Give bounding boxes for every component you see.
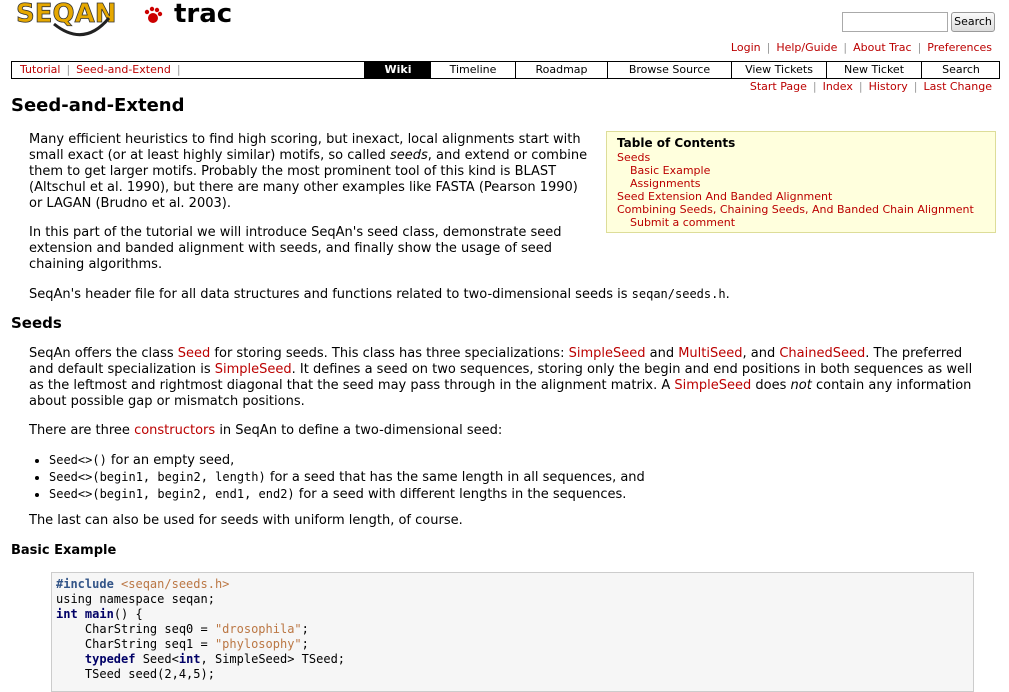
code-token: ; <box>301 622 309 636</box>
code-token: CharString seq0 = <box>56 622 215 636</box>
basic-example-heading: Basic Example <box>11 543 117 558</box>
code-line: CharString seq0 = "drosophila"; <box>56 622 969 637</box>
seeds-p1-t4: , and <box>742 346 780 361</box>
constructor-list: Seed<>() for an empty seed, Seed<>(begin… <box>29 452 645 503</box>
seeds-p1-t1: SeqAn offers the class <box>29 346 178 361</box>
breadcrumb-tutorial[interactable]: Tutorial <box>20 63 60 76</box>
list-item: Seed<>(begin1, begin2, end1, end2) for a… <box>49 486 645 503</box>
list-item: Seed<>(begin1, begin2, length) for a see… <box>49 469 645 486</box>
code-token: Seed< <box>135 652 179 666</box>
code-line: CharString seq1 = "phylosophy"; <box>56 637 969 652</box>
seeds-paragraph-2: There are three constructors in SeqAn to… <box>29 423 979 439</box>
login-link[interactable]: Login <box>731 41 761 54</box>
main-nav-bar: Tutorial | Seed-and-Extend | Wiki Timeline … <box>11 61 1000 79</box>
intro1-emphasis: seeds <box>389 148 428 163</box>
bullet-code: Seed<>(begin1, begin2, end1, end2) <box>49 487 295 501</box>
code-token: "drosophila" <box>214 622 302 636</box>
list-item: Seed<>() for an empty seed, <box>49 452 645 469</box>
code-token: int <box>56 607 78 621</box>
intro-paragraph-3: SeqAn's header file for all data structu… <box>29 286 989 303</box>
seeds-p1-t7: does <box>751 378 791 393</box>
seeds-p2-text-b: in SeqAn to define a two-dimensional see… <box>215 423 503 438</box>
preferences-link[interactable]: Preferences <box>927 41 992 54</box>
tab-new-ticket[interactable]: New Ticket <box>826 62 921 78</box>
tab-browse-source[interactable]: Browse Source <box>607 62 731 78</box>
wiki-subnav: Start Page | Index | History | Last Change <box>749 80 992 93</box>
toc-item-assignments[interactable]: Assignments <box>630 177 701 190</box>
code-token: ; <box>301 637 309 651</box>
simpleseed-link-3[interactable]: SimpleSeed <box>674 378 751 393</box>
code-token: typedef <box>84 652 136 666</box>
intro-paragraph-2: In this part of the tutorial we will int… <box>29 225 562 272</box>
code-block: #include <seqan/seeds.h> using namespace… <box>51 572 974 692</box>
history-link[interactable]: History <box>869 80 908 93</box>
intro-paragraph-1: Many efficient heuristics to find high s… <box>29 132 594 212</box>
search-button[interactable]: Search <box>951 12 995 32</box>
tab-wiki[interactable]: Wiki <box>364 62 431 78</box>
intro3-text-a: SeqAn's header file for all data structu… <box>29 287 632 302</box>
seqan-trac-logo[interactable]: SEQAN trac <box>14 0 234 40</box>
toc-item-combining-seeds[interactable]: Combining Seeds, Chaining Seeds, And Ban… <box>617 203 974 216</box>
bullet-text: for a seed with different lengths in the… <box>294 487 627 502</box>
seeds-heading: Seeds <box>11 314 62 332</box>
code-token: "phylosophy" <box>214 637 302 651</box>
simpleseed-link-2[interactable]: SimpleSeed <box>215 362 292 377</box>
search-input[interactable] <box>842 12 948 32</box>
bullet-code: Seed<>(begin1, begin2, length) <box>49 470 266 484</box>
index-link[interactable]: Index <box>823 80 853 93</box>
code-token: () { <box>113 607 143 621</box>
tab-timeline[interactable]: Timeline <box>430 62 515 78</box>
seeds-p1-t3: and <box>645 346 679 361</box>
code-line: using namespace seqan; <box>56 592 215 606</box>
start-page-link[interactable]: Start Page <box>750 80 807 93</box>
page-title: Seed-and-Extend <box>11 95 185 116</box>
code-line: int main() { <box>56 607 969 622</box>
table-of-contents: Table of Contents Seeds Basic Example As… <box>606 131 996 233</box>
tab-view-tickets[interactable]: View Tickets <box>731 62 826 78</box>
tab-roadmap[interactable]: Roadmap <box>515 62 607 78</box>
code-token: CharString seq1 = <box>56 637 215 651</box>
breadcrumb-seed-and-extend[interactable]: Seed-and-Extend <box>76 63 171 76</box>
toc-item-seed-extension[interactable]: Seed Extension And Banded Alignment <box>617 190 832 203</box>
toc-item-submit-comment[interactable]: Submit a comment <box>630 216 735 229</box>
breadcrumb: Tutorial | Seed-and-Extend | <box>20 63 181 76</box>
last-change-link[interactable]: Last Change <box>923 80 992 93</box>
seeds-p1-emphasis: not <box>790 378 812 393</box>
code-token: main <box>84 607 114 621</box>
seeds-p1-t2: for storing seeds. This class has three … <box>210 346 569 361</box>
code-line: #include <seqan/seeds.h> <box>56 577 969 592</box>
intro3-text-b: . <box>725 287 730 302</box>
seed-link[interactable]: Seed <box>178 346 211 361</box>
toc-title: Table of Contents <box>617 136 736 150</box>
code-token: <seqan/seeds.h> <box>121 577 230 591</box>
intro3-code: seqan/seeds.h <box>631 287 726 301</box>
tab-search[interactable]: Search <box>921 62 1000 78</box>
meta-nav: Login | Help/Guide | About Trac | Preferences <box>730 41 992 54</box>
toc-item-basic-example[interactable]: Basic Example <box>630 164 710 177</box>
code-token: , SimpleSeed> TSeed; <box>200 652 346 666</box>
simpleseed-link[interactable]: SimpleSeed <box>569 346 646 361</box>
seeds-paragraph-1: SeqAn offers the class Seed for storing … <box>29 346 979 410</box>
chainedseed-link[interactable]: ChainedSeed <box>779 346 865 361</box>
code-token: int <box>178 652 201 666</box>
about-trac-link[interactable]: About Trac <box>853 41 911 54</box>
toc-item-seeds[interactable]: Seeds <box>617 151 650 164</box>
bullet-code: Seed<>() <box>49 453 107 467</box>
multiseed-link[interactable]: MultiSeed <box>678 346 742 361</box>
seeds-p2-text-a: There are three <box>29 423 135 438</box>
code-line: typedef Seed<int, SimpleSeed> TSeed; <box>56 652 969 667</box>
seeds-paragraph-3: The last can also be used for seeds with… <box>29 513 463 528</box>
bullet-text: for a seed that has the same length in a… <box>265 470 645 485</box>
bullet-text: for an empty seed, <box>106 453 235 468</box>
code-token: #include <box>56 577 114 591</box>
constructors-link[interactable]: constructors <box>134 423 215 438</box>
help-guide-link[interactable]: Help/Guide <box>776 41 837 54</box>
logo-trac-text: trac <box>174 0 232 29</box>
